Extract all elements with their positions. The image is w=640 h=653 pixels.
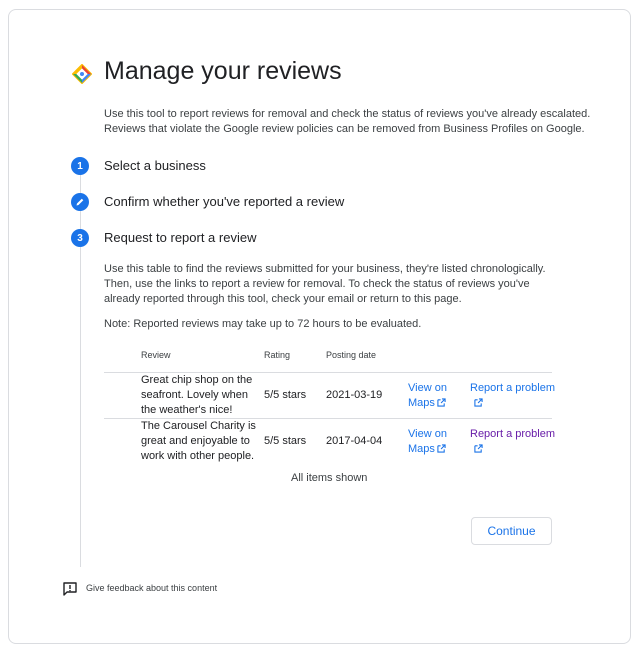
review-date: 2021-03-19 (326, 389, 383, 401)
continue-button[interactable]: Continue (471, 517, 552, 545)
view-on-maps-link[interactable]: View on Maps (408, 427, 456, 457)
feedback-icon[interactable] (62, 581, 78, 597)
report-problem-link[interactable]: Report a problem (470, 381, 556, 411)
column-header-date: Posting date (326, 350, 377, 360)
review-text: Great chip shop on the seafront. Lovely … (141, 374, 253, 416)
external-link-icon (437, 398, 446, 407)
step-2-label[interactable]: Confirm whether you've reported a review (104, 194, 344, 209)
view-on-maps-link[interactable]: View on Maps (408, 381, 456, 411)
intro-text: Use this tool to report reviews for remo… (104, 108, 591, 135)
page-title: Manage your reviews (104, 57, 342, 85)
stepper-connector (80, 211, 81, 231)
step-1-label[interactable]: Select a business (104, 158, 206, 173)
column-header-rating: Rating (264, 350, 291, 360)
external-link-icon (437, 444, 446, 453)
review-text: The Carousel Charity is great and enjoya… (141, 420, 256, 462)
business-profile-logo-icon (72, 64, 92, 84)
external-link-icon (474, 398, 483, 407)
review-date: 2017-04-04 (326, 435, 383, 447)
step-3-description: Use this table to find the reviews submi… (104, 263, 546, 305)
stepper-connector (80, 175, 81, 195)
evaluation-note: Note: Reported reviews may take up to 72… (104, 318, 422, 330)
stepper-connector (80, 247, 81, 567)
step-3-marker: 3 (71, 229, 89, 247)
review-rating: 5/5 stars (264, 435, 307, 447)
step-1-marker: 1 (71, 157, 89, 175)
column-header-review: Review (141, 350, 171, 360)
reviews-table: Review Rating Posting date Great chip sh… (104, 344, 555, 464)
pencil-icon (76, 198, 84, 206)
step-3-label: Request to report a review (104, 230, 257, 245)
report-problem-link[interactable]: Report a problem (470, 427, 556, 457)
step-2-marker (71, 193, 89, 211)
table-footer-status: All items shown (291, 472, 368, 484)
feedback-link[interactable]: Give feedback about this content (86, 583, 217, 593)
external-link-icon (474, 444, 483, 453)
review-rating: 5/5 stars (264, 389, 307, 401)
